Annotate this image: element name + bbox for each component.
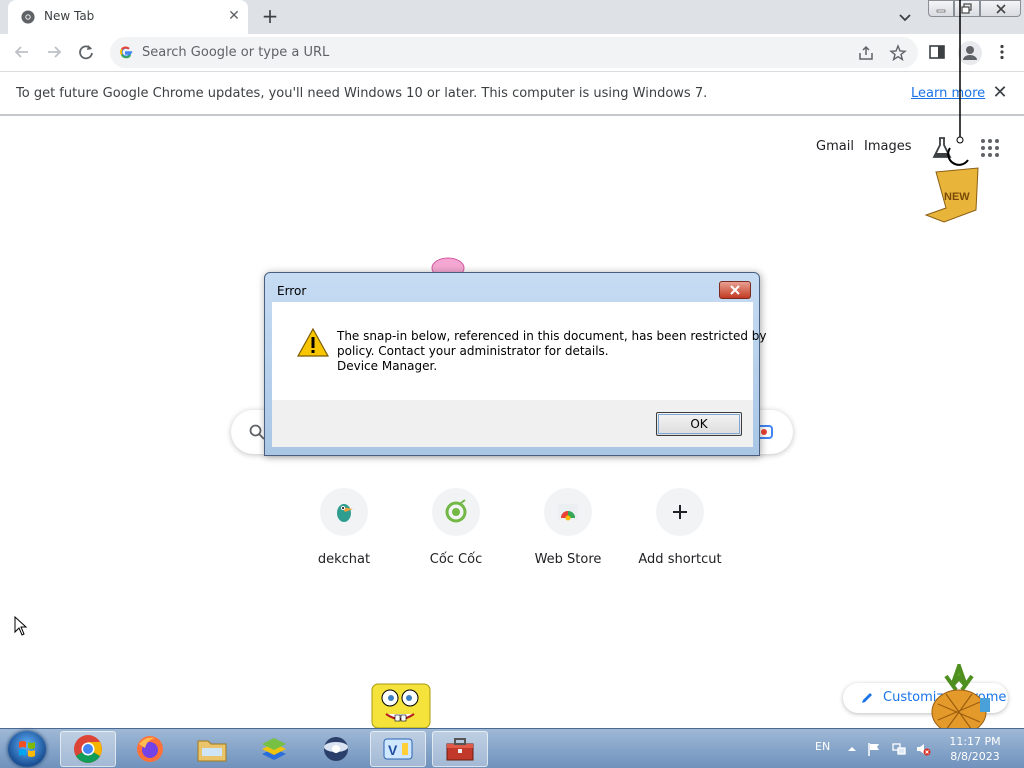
pineapple-toy-icon bbox=[931, 664, 990, 730]
clock-date: 8/8/2023 bbox=[950, 750, 1000, 763]
dialog-message-line: policy. Contact your administrator for d… bbox=[337, 344, 609, 358]
close-tab-icon[interactable]: ✕ bbox=[226, 8, 242, 24]
firefox-icon bbox=[137, 736, 163, 762]
dialog-footer: OK bbox=[272, 400, 753, 447]
language-indicator[interactable]: EN bbox=[815, 740, 830, 753]
shortcut-tile bbox=[544, 488, 592, 536]
dialog-message-line: The snap-in below, referenced in this do… bbox=[337, 329, 767, 343]
warning-icon bbox=[297, 328, 329, 357]
error-dialog: Error The snap-in below, referenced in t… bbox=[264, 272, 767, 456]
shortcut-webstore[interactable]: Web Store bbox=[520, 488, 616, 578]
tab-strip: New Tab ✕ + bbox=[0, 0, 1024, 34]
coccoc-icon bbox=[445, 499, 467, 523]
dialog-title: Error bbox=[277, 284, 307, 298]
new-tab-button[interactable]: + bbox=[259, 5, 281, 27]
gmail-link[interactable]: Gmail bbox=[816, 139, 854, 154]
dialog-message: The snap-in below, referenced in this do… bbox=[337, 329, 767, 374]
shortcut-dekchat[interactable]: dekchat bbox=[296, 488, 392, 578]
close-icon bbox=[995, 3, 1006, 14]
svg-text:V: V bbox=[388, 742, 398, 758]
browser-toolbar: Search Google or type a URL bbox=[0, 34, 1024, 71]
chrome-icon bbox=[21, 10, 35, 24]
dekchat-icon bbox=[337, 504, 353, 522]
toolbox-icon bbox=[446, 738, 474, 761]
dialog-body: The snap-in below, referenced in this do… bbox=[272, 302, 767, 400]
taskbar-unikey[interactable]: V bbox=[370, 731, 426, 767]
taskbar-chrome[interactable] bbox=[60, 731, 116, 767]
shortcut-tile bbox=[432, 488, 480, 536]
share-icon[interactable] bbox=[857, 44, 875, 62]
infobar-close-icon[interactable]: ✕ bbox=[990, 83, 1010, 103]
bookmark-star-icon[interactable] bbox=[889, 44, 907, 62]
search-icon bbox=[249, 424, 265, 440]
shortcut-label: Add shortcut bbox=[638, 552, 722, 567]
svg-text:NEW: NEW bbox=[944, 191, 970, 203]
infobar-message: To get future Google Chrome updates, you… bbox=[16, 86, 708, 101]
close-icon bbox=[730, 285, 740, 295]
network-icon[interactable] bbox=[891, 741, 907, 757]
network-globe-icon bbox=[324, 737, 348, 761]
chevron-down-icon[interactable] bbox=[896, 8, 914, 26]
action-center-flag-icon[interactable] bbox=[866, 741, 882, 757]
mouse-cursor-icon bbox=[14, 616, 28, 636]
chrome-icon bbox=[74, 735, 102, 763]
clock-time: 11:17 PM bbox=[949, 735, 1001, 748]
taskbar-firefox[interactable] bbox=[122, 731, 178, 767]
update-infobar: To get future Google Chrome updates, you… bbox=[0, 71, 1024, 116]
shortcut-label: Web Store bbox=[534, 552, 602, 567]
dialog-close-button[interactable] bbox=[719, 281, 751, 299]
plus-icon bbox=[673, 505, 687, 519]
taskbar-bluestacks[interactable] bbox=[246, 731, 302, 767]
taskbar-network-app[interactable] bbox=[308, 731, 364, 767]
webstore-icon bbox=[558, 504, 578, 521]
pencil-icon bbox=[862, 693, 872, 703]
ok-button[interactable]: OK bbox=[656, 412, 742, 436]
google-g-icon bbox=[120, 46, 133, 59]
shortcut-tile bbox=[656, 488, 704, 536]
back-arrow-icon[interactable] bbox=[12, 42, 32, 62]
more-menu-icon[interactable] bbox=[993, 43, 1011, 61]
dialog-message-line: Device Manager. bbox=[337, 359, 438, 373]
taskbar-file-explorer[interactable] bbox=[184, 731, 240, 767]
spongebob-toy-icon bbox=[371, 683, 431, 728]
shortcut-add[interactable]: Add shortcut bbox=[632, 488, 728, 578]
windows-logo-icon bbox=[19, 741, 35, 757]
tab-title: New Tab bbox=[44, 9, 95, 23]
tray-expand-icon[interactable] bbox=[844, 741, 860, 757]
new-sign-toy-icon: NEW bbox=[924, 0, 979, 223]
windows-taskbar: V EN 11:17 PM 8/8/2023 bbox=[0, 728, 1024, 768]
folder-icon bbox=[197, 740, 227, 762]
images-link[interactable]: Images bbox=[864, 139, 912, 154]
volume-muted-icon[interactable] bbox=[915, 741, 931, 757]
tab-new-tab[interactable]: New Tab ✕ bbox=[8, 0, 248, 34]
omnibox[interactable]: Search Google or type a URL bbox=[110, 37, 918, 68]
taskbar-control-panel[interactable] bbox=[432, 731, 488, 767]
system-clock[interactable]: 11:17 PM 8/8/2023 bbox=[944, 734, 1006, 764]
shortcut-label: Cốc Cốc bbox=[429, 552, 483, 567]
reload-icon[interactable] bbox=[76, 42, 96, 62]
shortcut-label: dekchat bbox=[317, 552, 371, 567]
shortcut-tile bbox=[320, 488, 368, 536]
unikey-icon: V bbox=[383, 738, 413, 760]
bluestacks-icon bbox=[262, 738, 286, 760]
start-button[interactable] bbox=[8, 731, 46, 767]
shortcut-coccoc[interactable]: Cốc Cốc bbox=[408, 488, 504, 578]
omnibox-placeholder: Search Google or type a URL bbox=[142, 45, 330, 60]
forward-arrow-icon[interactable] bbox=[44, 42, 64, 62]
